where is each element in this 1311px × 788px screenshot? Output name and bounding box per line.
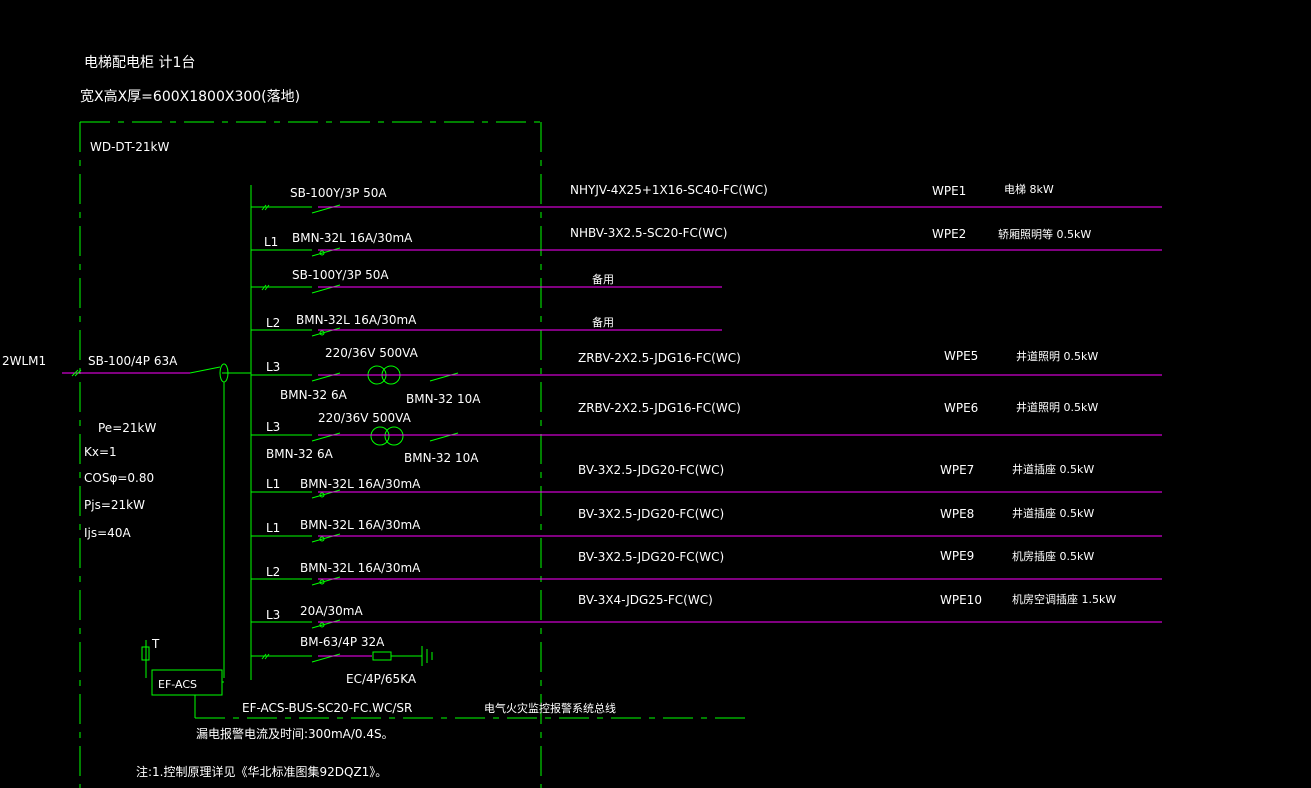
circuit-wpe2 bbox=[251, 247, 1162, 257]
circuit6-load: 井道照明 0.5kW bbox=[1016, 400, 1098, 414]
circuit1-cable: NHYJV-4X25+1X16-SC40-FC(WC) bbox=[570, 183, 768, 197]
circuit-wpe1 bbox=[251, 204, 1162, 214]
sensor-label: T bbox=[151, 637, 160, 651]
circuit-spare-2 bbox=[251, 327, 722, 337]
circuit7-load: 井道插座 0.5kW bbox=[1012, 462, 1094, 476]
circuit10-phase: L3 bbox=[266, 608, 280, 622]
circuit11-device: BM-63/4P 32A bbox=[300, 635, 385, 649]
bus-description: 电气火灾监控报警系统总线 bbox=[484, 701, 616, 715]
incoming-feeder bbox=[62, 363, 251, 678]
circuit10-cable: BV-3X4-JDG25-FC(WC) bbox=[578, 593, 713, 607]
circuit6-device: BMN-32 6A bbox=[266, 447, 334, 461]
circuit5-transformer: 220/36V 500VA bbox=[325, 346, 419, 360]
fire-alarm-module bbox=[141, 640, 750, 719]
circuit10-load: 机房空调插座 1.5kW bbox=[1012, 592, 1116, 606]
circuit8-device: BMN-32L 16A/30mA bbox=[300, 518, 421, 532]
cabinet-title: 电梯配电柜 计1台 bbox=[84, 55, 195, 71]
circuit-wpe8 bbox=[251, 533, 1162, 543]
circuit6-device2: BMN-32 10A bbox=[404, 451, 479, 465]
circuit2-id: WPE2 bbox=[932, 227, 966, 241]
circuit1-load: 电梯 8kW bbox=[1004, 183, 1054, 196]
circuit5-load: 井道照明 0.5kW bbox=[1016, 349, 1098, 363]
circuit2-load: 轿厢照明等 0.5kW bbox=[998, 227, 1091, 241]
circuit2-phase: L1 bbox=[264, 235, 278, 249]
circuit9-phase: L2 bbox=[266, 565, 280, 579]
circuit4-device: BMN-32L 16A/30mA bbox=[296, 313, 417, 327]
circuit-wpe5 bbox=[251, 365, 1162, 385]
cabinet-dimensions: 宽X高X厚=600X1800X300(落地) bbox=[80, 88, 300, 105]
circuit8-id: WPE8 bbox=[940, 507, 974, 521]
circuit7-device: BMN-32L 16A/30mA bbox=[300, 477, 421, 491]
circuit1-device: SB-100Y/3P 50A bbox=[290, 186, 387, 200]
circuit-wpe9 bbox=[251, 576, 1162, 586]
circuit7-cable: BV-3X2.5-JDG20-FC(WC) bbox=[578, 463, 724, 477]
circuit-spare-1 bbox=[251, 284, 722, 294]
circuit5-phase: L3 bbox=[266, 360, 280, 374]
circuit1-id: WPE1 bbox=[932, 184, 966, 198]
circuit4-load: 备用 bbox=[592, 315, 614, 329]
circuit9-load: 机房插座 0.5kW bbox=[1012, 549, 1094, 563]
incoming-line-label: 2WLM1 bbox=[2, 354, 46, 368]
spd-label: EC/4P/65KA bbox=[346, 672, 417, 686]
circuit3-load: 备用 bbox=[592, 272, 614, 286]
param-pe: Pe=21kW bbox=[98, 421, 156, 435]
circuit4-phase: L2 bbox=[266, 316, 280, 330]
cabinet-label: WD-DT-21kW bbox=[90, 140, 169, 154]
circuit6-phase: L3 bbox=[266, 420, 280, 434]
param-kx: Kx=1 bbox=[84, 445, 117, 459]
circuit-wpe7 bbox=[251, 489, 1162, 499]
circuit7-phase: L1 bbox=[266, 477, 280, 491]
main-breaker-label: SB-100/4P 63A bbox=[88, 354, 178, 368]
module-label: EF-ACS bbox=[158, 678, 197, 691]
circuit7-id: WPE7 bbox=[940, 463, 974, 477]
circuit-wpe6 bbox=[251, 426, 1162, 446]
circuit9-device: BMN-32L 16A/30mA bbox=[300, 561, 421, 575]
circuit8-load: 井道插座 0.5kW bbox=[1012, 506, 1094, 520]
circuit5-cable: ZRBV-2X2.5-JDG16-FC(WC) bbox=[578, 351, 741, 365]
circuit6-cable: ZRBV-2X2.5-JDG16-FC(WC) bbox=[578, 401, 741, 415]
circuit6-transformer: 220/36V 500VA bbox=[318, 411, 412, 425]
circuit9-cable: BV-3X2.5-JDG20-FC(WC) bbox=[578, 550, 724, 564]
circuit8-cable: BV-3X2.5-JDG20-FC(WC) bbox=[578, 507, 724, 521]
param-cos: COSφ=0.80 bbox=[84, 471, 154, 485]
circuit5-device2: BMN-32 10A bbox=[406, 392, 481, 406]
circuit2-cable: NHBV-3X2.5-SC20-FC(WC) bbox=[570, 226, 727, 240]
circuit5-id: WPE5 bbox=[944, 349, 978, 363]
circuit6-id: WPE6 bbox=[944, 401, 978, 415]
circuit-spd bbox=[251, 646, 433, 666]
circuit10-device: 20A/30mA bbox=[300, 604, 363, 618]
bus-label: EF-ACS-BUS-SC20-FC.WC/SR bbox=[242, 701, 412, 715]
circuit5-device: BMN-32 6A bbox=[280, 388, 348, 402]
circuit10-id: WPE10 bbox=[940, 593, 982, 607]
footnote: 注:1.控制原理详见《华北标准图集92DQZ1》。 bbox=[136, 764, 387, 779]
circuit8-phase: L1 bbox=[266, 521, 280, 535]
leakage-note: 漏电报警电流及时间:300mA/0.4S。 bbox=[196, 726, 394, 741]
distribution-schematic: 电梯配电柜 计1台 宽X高X厚=600X1800X300(落地) WD-DT-2… bbox=[2, 55, 1162, 788]
circuit2-device: BMN-32L 16A/30mA bbox=[292, 231, 413, 245]
param-ijs: Ijs=40A bbox=[84, 526, 131, 540]
circuit-wpe10 bbox=[251, 619, 1162, 629]
circuit3-device: SB-100Y/3P 50A bbox=[292, 268, 389, 282]
param-pjs: Pjs=21kW bbox=[84, 498, 145, 512]
circuit9-id: WPE9 bbox=[940, 549, 974, 563]
